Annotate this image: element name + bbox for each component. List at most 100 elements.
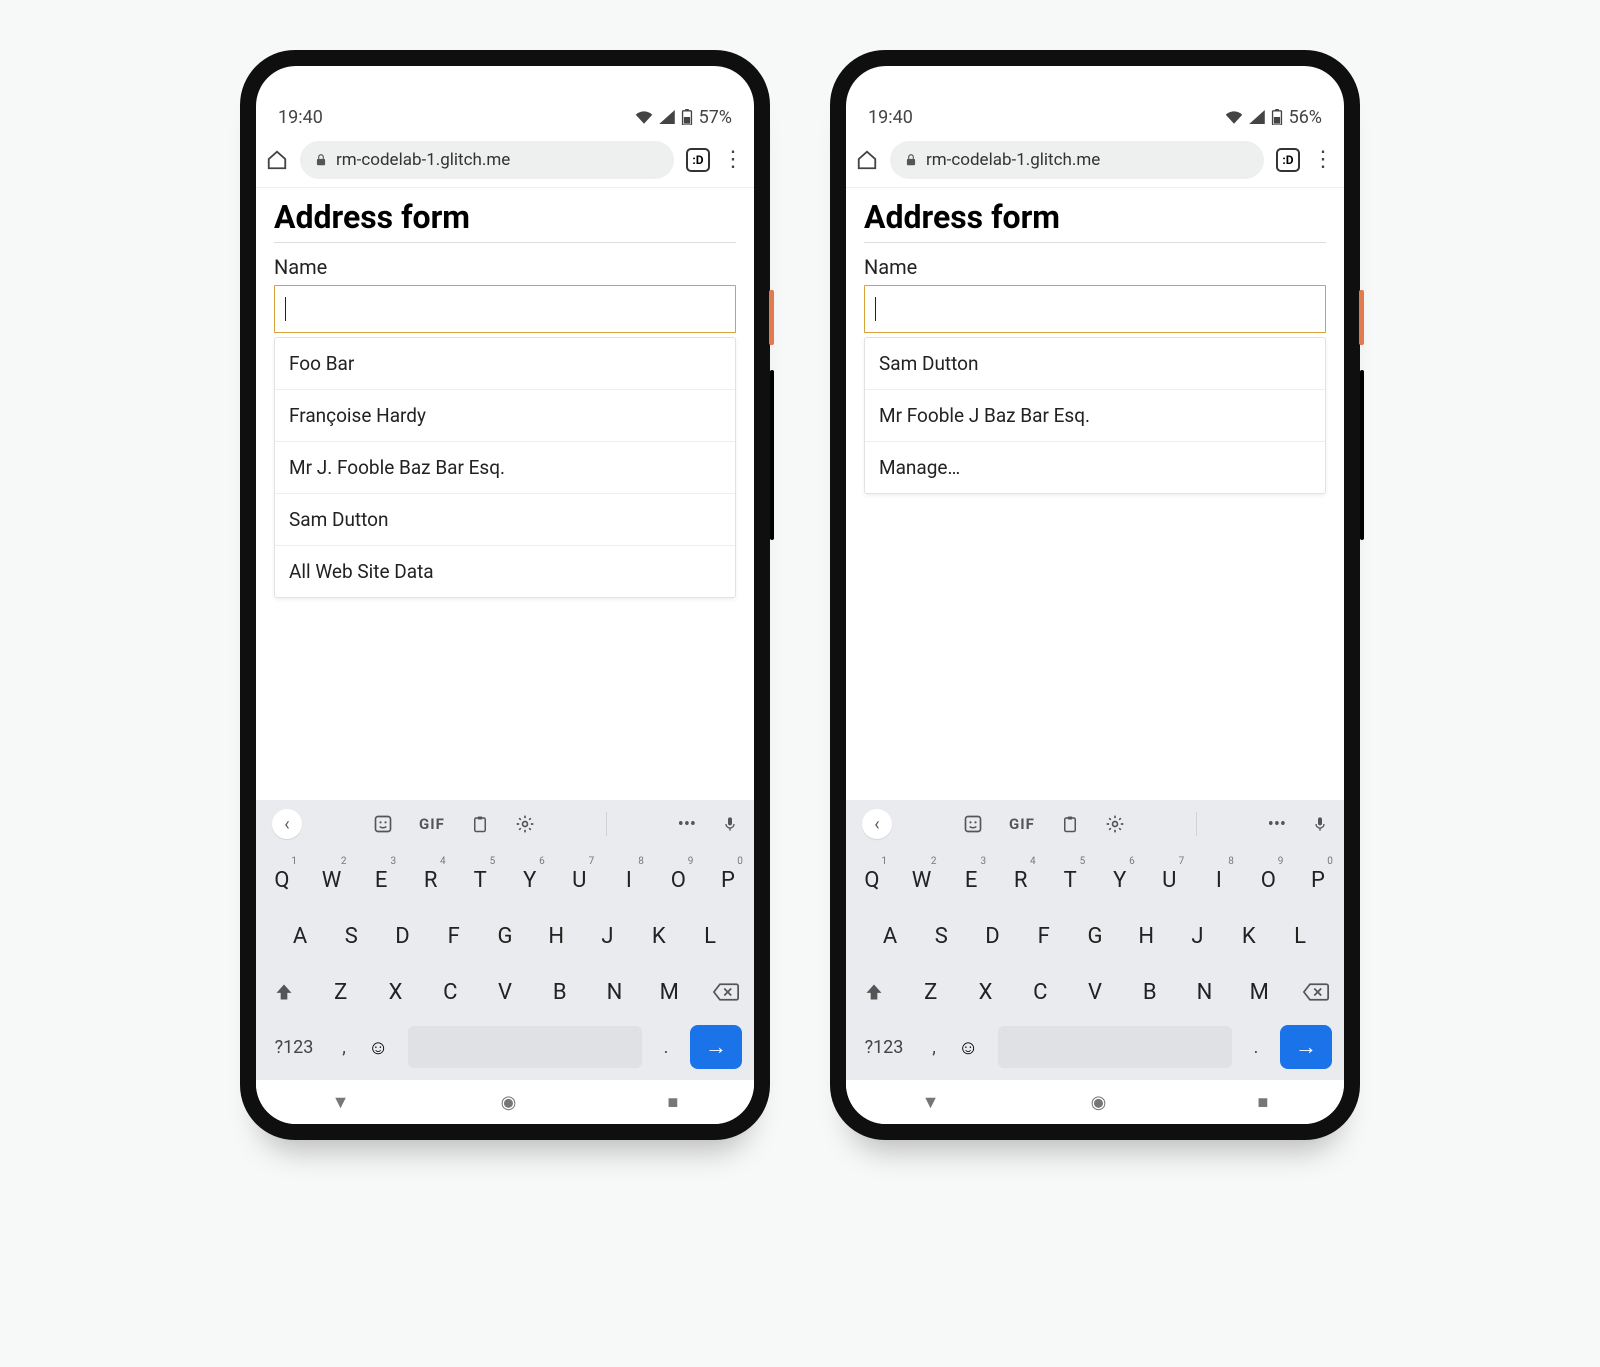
nav-back-icon[interactable]: ▼ (922, 1092, 940, 1113)
name-input[interactable] (274, 285, 736, 333)
gif-button[interactable]: GIF (1009, 815, 1035, 833)
key-b[interactable]: B (1132, 968, 1168, 1016)
key-x[interactable]: X (968, 968, 1004, 1016)
nav-home-icon[interactable]: ◉ (501, 1092, 517, 1113)
symbols-key[interactable]: ?123 (268, 1024, 320, 1070)
symbols-key[interactable]: ?123 (858, 1024, 910, 1070)
kebab-menu-icon[interactable]: ⋮ (1312, 147, 1334, 172)
enter-key[interactable]: → (690, 1025, 742, 1069)
name-input[interactable] (864, 285, 1326, 333)
comma-key[interactable]: , (920, 1024, 948, 1070)
key-y[interactable]: Y6 (1102, 856, 1138, 904)
emoji-key[interactable]: ☺ (368, 1035, 398, 1060)
key-q[interactable]: Q1 (854, 856, 890, 904)
key-u[interactable]: U7 (1151, 856, 1187, 904)
key-k[interactable]: K (641, 912, 677, 960)
more-icon[interactable]: ••• (678, 814, 696, 835)
key-d[interactable]: D (385, 912, 421, 960)
key-r[interactable]: R4 (413, 856, 449, 904)
clipboard-icon[interactable] (471, 814, 489, 834)
key-m[interactable]: M (1241, 968, 1277, 1016)
autofill-option[interactable]: Sam Dutton (275, 494, 735, 546)
home-icon[interactable] (266, 149, 288, 171)
autofill-option[interactable]: Foo Bar (275, 338, 735, 390)
shift-key[interactable] (264, 968, 304, 1016)
emoji-key[interactable]: ☺ (958, 1035, 988, 1060)
mic-icon[interactable] (722, 814, 738, 834)
collapse-icon[interactable]: ‹ (862, 809, 892, 839)
gear-icon[interactable] (515, 814, 535, 834)
enter-key[interactable]: → (1280, 1025, 1332, 1069)
url-bar[interactable]: rm-codelab-1.glitch.me (300, 141, 674, 179)
key-i[interactable]: I8 (611, 856, 647, 904)
key-h[interactable]: H (538, 912, 574, 960)
key-x[interactable]: X (378, 968, 414, 1016)
kebab-menu-icon[interactable]: ⋮ (722, 147, 744, 172)
key-f[interactable]: F (1026, 912, 1062, 960)
sticker-icon[interactable] (373, 814, 393, 834)
key-c[interactable]: C (432, 968, 468, 1016)
nav-recent-icon[interactable]: ■ (668, 1092, 679, 1113)
backspace-key[interactable] (706, 968, 746, 1016)
key-v[interactable]: V (487, 968, 523, 1016)
key-j[interactable]: J (1180, 912, 1216, 960)
gear-icon[interactable] (1105, 814, 1125, 834)
shift-key[interactable] (854, 968, 894, 1016)
key-g[interactable]: G (487, 912, 523, 960)
key-p[interactable]: P0 (1300, 856, 1336, 904)
key-b[interactable]: B (542, 968, 578, 1016)
key-e[interactable]: E3 (363, 856, 399, 904)
more-icon[interactable]: ••• (1268, 814, 1286, 835)
key-w[interactable]: W2 (314, 856, 350, 904)
key-p[interactable]: P0 (710, 856, 746, 904)
key-c[interactable]: C (1022, 968, 1058, 1016)
nav-recent-icon[interactable]: ■ (1258, 1092, 1269, 1113)
key-m[interactable]: M (651, 968, 687, 1016)
key-l[interactable]: L (692, 912, 728, 960)
collapse-icon[interactable]: ‹ (272, 809, 302, 839)
autofill-option[interactable]: Manage… (865, 442, 1325, 493)
space-key[interactable] (408, 1026, 642, 1068)
key-w[interactable]: W2 (904, 856, 940, 904)
key-q[interactable]: Q1 (264, 856, 300, 904)
autofill-option[interactable]: Sam Dutton (865, 338, 1325, 390)
nav-back-icon[interactable]: ▼ (332, 1092, 350, 1113)
key-n[interactable]: N (1187, 968, 1223, 1016)
key-a[interactable]: A (282, 912, 318, 960)
mic-icon[interactable] (1312, 814, 1328, 834)
key-d[interactable]: D (975, 912, 1011, 960)
url-bar[interactable]: rm-codelab-1.glitch.me (890, 141, 1264, 179)
key-f[interactable]: F (436, 912, 472, 960)
key-h[interactable]: H (1128, 912, 1164, 960)
comma-key[interactable]: , (330, 1024, 358, 1070)
sticker-icon[interactable] (963, 814, 983, 834)
gif-button[interactable]: GIF (419, 815, 445, 833)
backspace-key[interactable] (1296, 968, 1336, 1016)
key-s[interactable]: S (333, 912, 369, 960)
home-icon[interactable] (856, 149, 878, 171)
key-t[interactable]: T5 (1052, 856, 1088, 904)
key-t[interactable]: T5 (462, 856, 498, 904)
key-u[interactable]: U7 (561, 856, 597, 904)
autofill-option[interactable]: All Web Site Data (275, 546, 735, 597)
key-e[interactable]: E3 (953, 856, 989, 904)
key-z[interactable]: Z (323, 968, 359, 1016)
key-k[interactable]: K (1231, 912, 1267, 960)
tab-count-button[interactable]: :D (1276, 148, 1300, 172)
autofill-option[interactable]: Françoise Hardy (275, 390, 735, 442)
key-y[interactable]: Y6 (512, 856, 548, 904)
key-o[interactable]: O9 (1250, 856, 1286, 904)
key-s[interactable]: S (923, 912, 959, 960)
period-key[interactable]: . (1242, 1024, 1270, 1070)
nav-home-icon[interactable]: ◉ (1091, 1092, 1107, 1113)
key-v[interactable]: V (1077, 968, 1113, 1016)
key-o[interactable]: O9 (660, 856, 696, 904)
key-a[interactable]: A (872, 912, 908, 960)
key-r[interactable]: R4 (1003, 856, 1039, 904)
period-key[interactable]: . (652, 1024, 680, 1070)
key-z[interactable]: Z (913, 968, 949, 1016)
key-i[interactable]: I8 (1201, 856, 1237, 904)
autofill-option[interactable]: Mr Fooble J Baz Bar Esq. (865, 390, 1325, 442)
clipboard-icon[interactable] (1061, 814, 1079, 834)
key-l[interactable]: L (1282, 912, 1318, 960)
